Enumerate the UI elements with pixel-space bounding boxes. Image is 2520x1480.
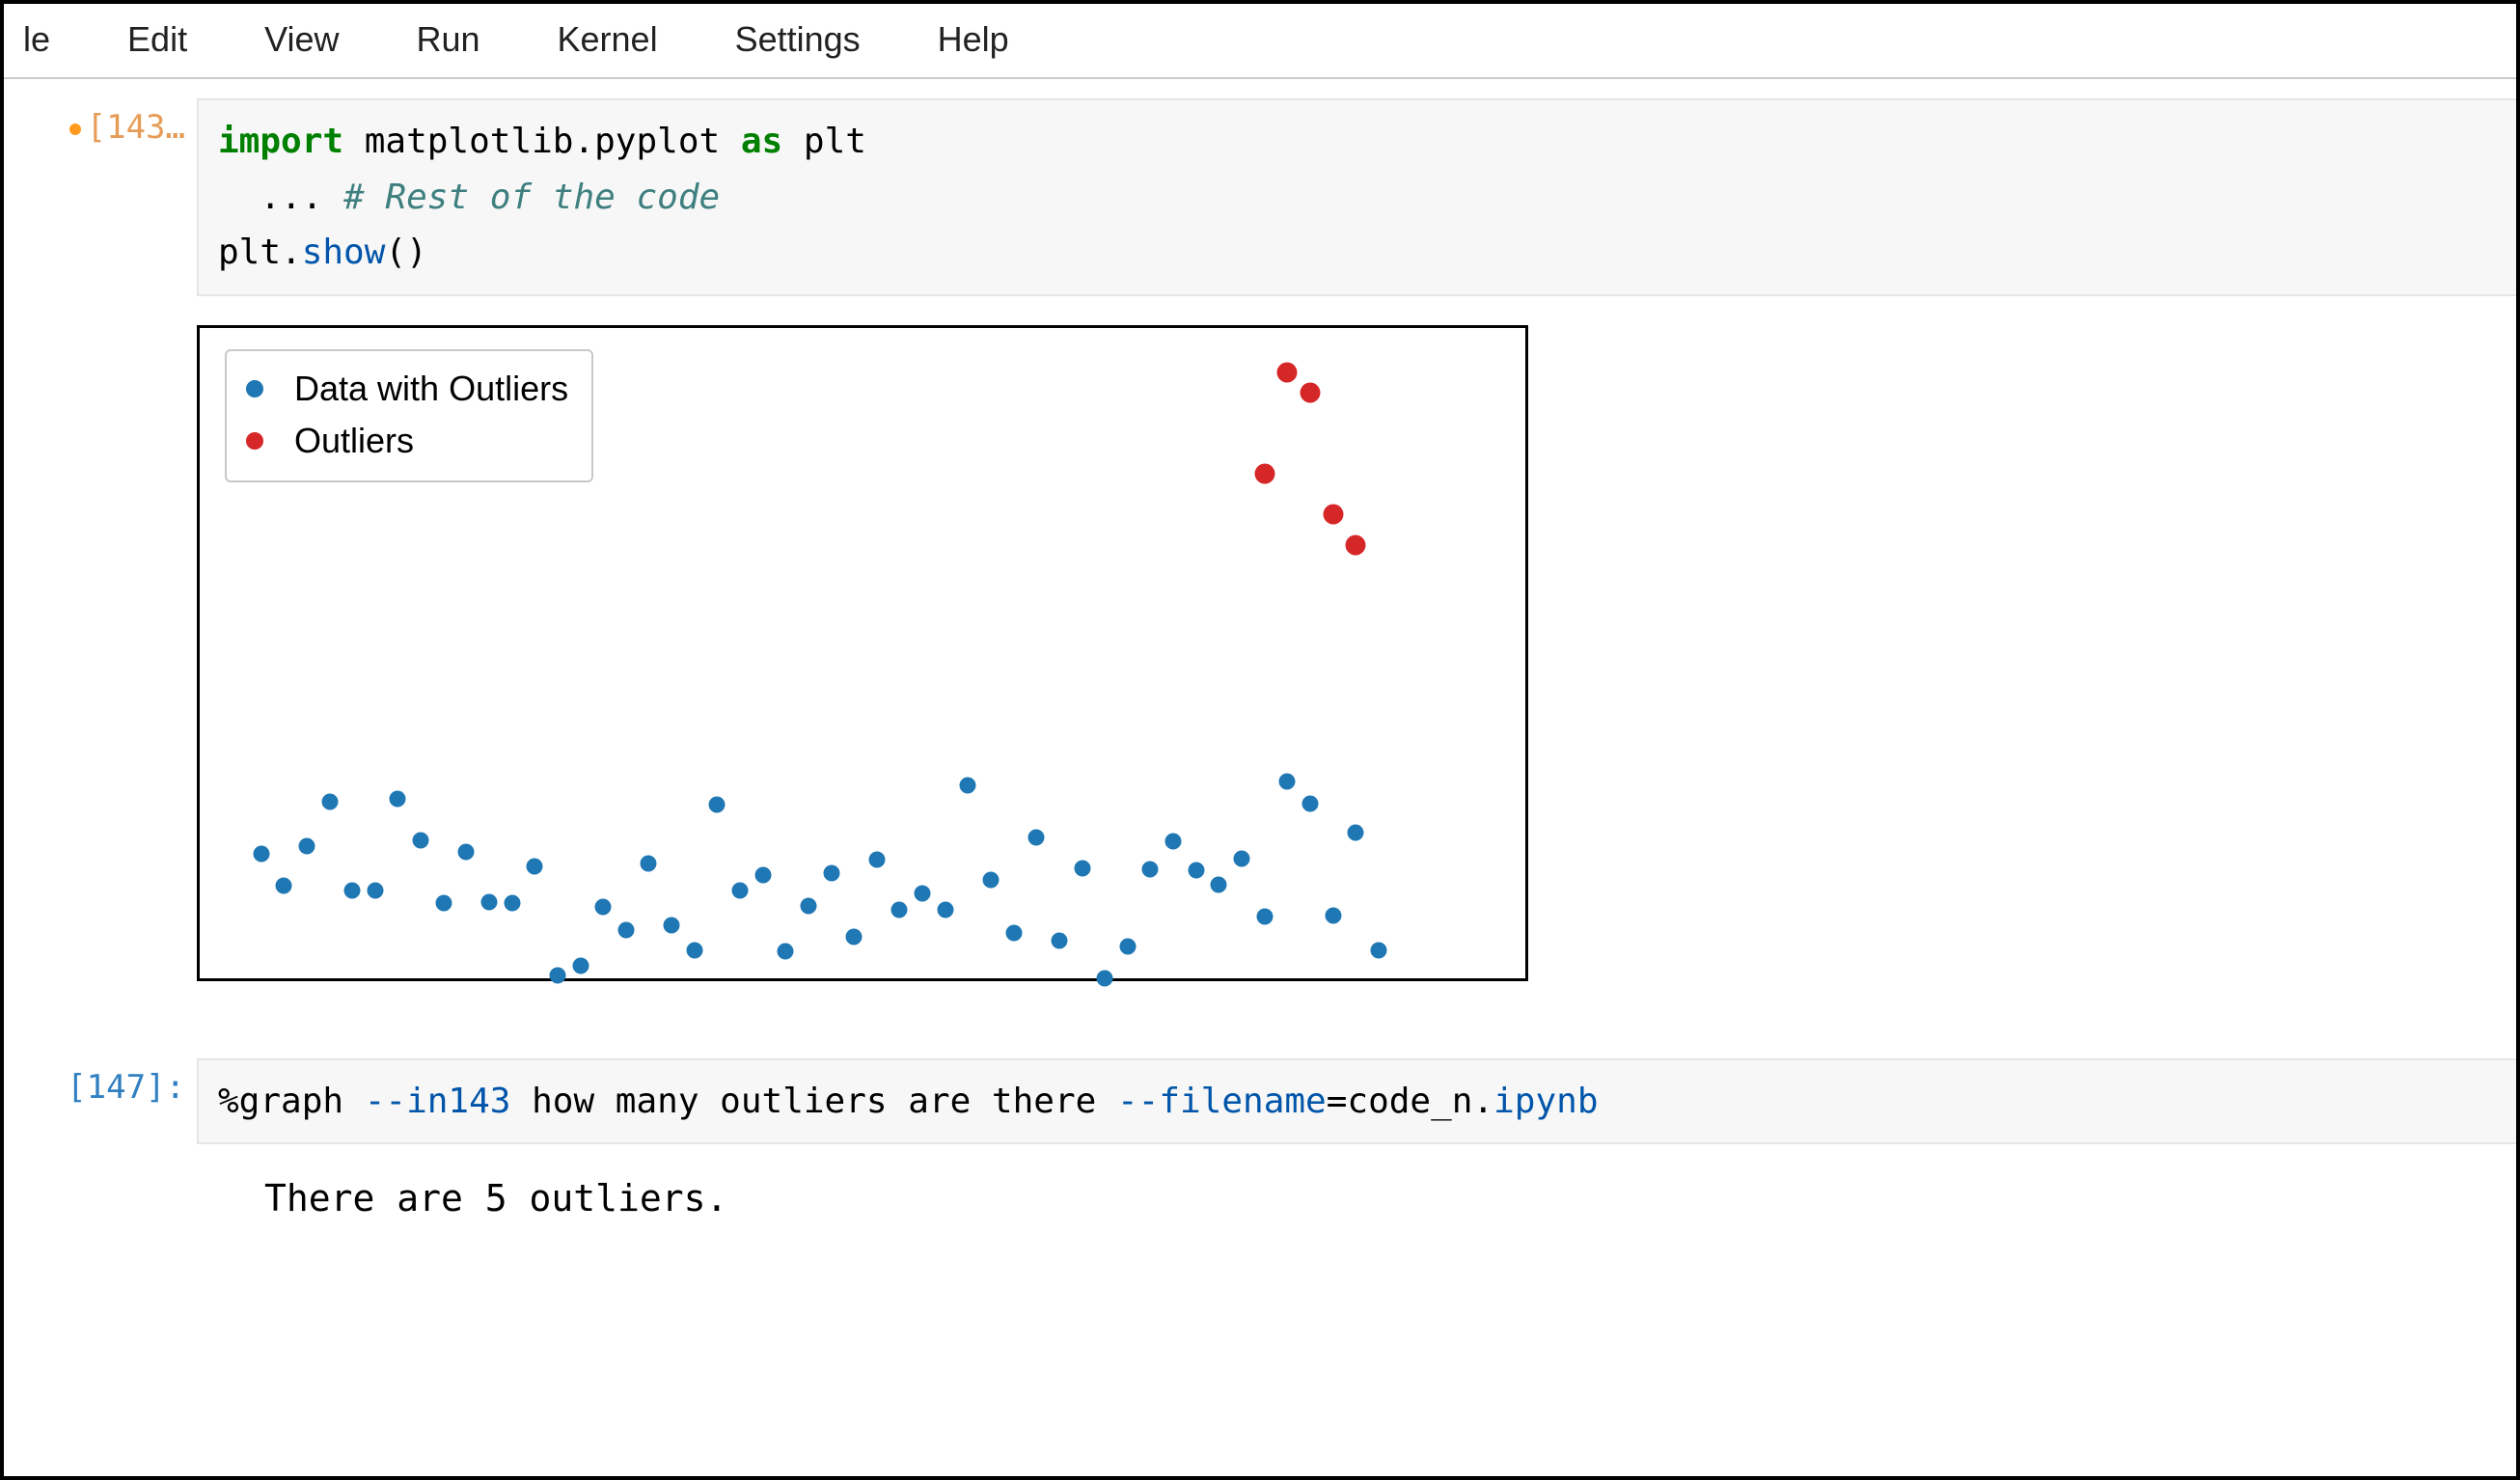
- data-point: [1301, 796, 1318, 812]
- data-point: [754, 867, 771, 884]
- data-point: [641, 855, 657, 871]
- data-point: [390, 791, 406, 808]
- code-text: ...: [218, 178, 343, 217]
- data-point: [1051, 933, 1067, 949]
- data-point: [664, 917, 680, 933]
- data-point: [504, 894, 520, 911]
- data-point: [572, 958, 589, 974]
- cell-prompt: [143…: [4, 98, 197, 147]
- data-point: [1119, 938, 1136, 954]
- code-comment: # Rest of the code: [343, 178, 720, 217]
- data-point: [960, 777, 976, 793]
- menu-item-kernel[interactable]: Kernel: [538, 12, 677, 68]
- data-point: [527, 859, 543, 875]
- data-point: [595, 899, 612, 916]
- data-point: [1323, 505, 1343, 525]
- code-flag: --filename: [1117, 1082, 1327, 1121]
- data-point: [298, 837, 315, 854]
- code-text: how many outliers are there: [510, 1082, 1117, 1121]
- cell-prompt: [147]:: [4, 1058, 197, 1107]
- data-point: [1254, 464, 1274, 484]
- menu-item-settings[interactable]: Settings: [716, 12, 880, 68]
- data-point: [1256, 909, 1273, 925]
- data-point: [1074, 861, 1090, 877]
- code-method: show: [302, 233, 386, 272]
- code-text: plt.: [218, 233, 302, 272]
- code-cell: [143… import matplotlib.pyplot as plt ..…: [4, 98, 2516, 296]
- execution-count: [147]:: [67, 1068, 185, 1107]
- data-point: [1325, 907, 1341, 923]
- menu-item-help[interactable]: Help: [918, 12, 1028, 68]
- code-flag: --in143: [365, 1082, 511, 1121]
- unsaved-indicator-icon: [69, 123, 81, 135]
- data-point: [1005, 924, 1022, 941]
- code-editor[interactable]: %graph --in143 how many outliers are the…: [197, 1058, 2516, 1145]
- data-point: [1142, 861, 1159, 877]
- menu-item-edit[interactable]: Edit: [108, 12, 206, 68]
- data-point: [823, 865, 839, 882]
- data-point: [983, 871, 1000, 888]
- data-point: [1346, 534, 1366, 555]
- data-point: [1277, 363, 1298, 383]
- data-point: [686, 943, 702, 959]
- scatter-chart: Data with Outliers Outliers: [197, 325, 1528, 981]
- data-point: [1234, 850, 1250, 866]
- data-point: [1300, 383, 1320, 403]
- data-point: [846, 929, 863, 946]
- plot-area: [200, 328, 1525, 978]
- data-point: [915, 886, 931, 902]
- data-point: [778, 943, 794, 959]
- data-point: [1097, 970, 1113, 986]
- code-magic: %graph: [218, 1082, 365, 1121]
- data-point: [549, 968, 565, 984]
- data-point: [253, 845, 269, 862]
- data-point: [1348, 824, 1364, 840]
- data-point: [891, 901, 908, 918]
- data-point: [1188, 863, 1204, 879]
- execution-count: [143…: [87, 108, 185, 147]
- data-point: [709, 796, 726, 812]
- keyword: import: [218, 122, 343, 161]
- data-point: [1165, 834, 1182, 850]
- data-point: [413, 832, 429, 848]
- data-point: [617, 922, 634, 939]
- menu-bar: le Edit View Run Kernel Settings Help: [4, 4, 2516, 79]
- data-point: [344, 883, 361, 899]
- data-point: [1279, 774, 1296, 790]
- data-point: [1211, 877, 1227, 893]
- data-point: [732, 883, 749, 899]
- data-point: [276, 878, 292, 894]
- code-ident: ipynb: [1493, 1082, 1598, 1121]
- code-text: matplotlib.pyplot: [343, 122, 741, 161]
- data-point: [458, 843, 475, 860]
- code-text: (): [385, 233, 426, 272]
- data-point: [1370, 942, 1386, 958]
- menu-item-view[interactable]: View: [245, 12, 358, 68]
- menu-item-file[interactable]: le: [4, 12, 69, 68]
- data-point: [937, 901, 953, 918]
- data-point: [435, 894, 452, 911]
- code-text: =code_n.: [1327, 1082, 1493, 1121]
- data-point: [868, 852, 885, 868]
- data-point: [800, 898, 816, 915]
- code-text: plt: [782, 122, 866, 161]
- cell-output-text: There are 5 outliers.: [197, 1167, 2516, 1220]
- data-point: [321, 794, 338, 810]
- code-editor[interactable]: import matplotlib.pyplot as plt ... # Re…: [197, 98, 2516, 296]
- menu-item-run[interactable]: Run: [397, 12, 499, 68]
- data-point: [481, 894, 498, 911]
- data-point: [1028, 829, 1045, 845]
- code-cell: [147]: %graph --in143 how many outliers …: [4, 1058, 2516, 1145]
- data-point: [367, 883, 383, 899]
- keyword: as: [741, 122, 782, 161]
